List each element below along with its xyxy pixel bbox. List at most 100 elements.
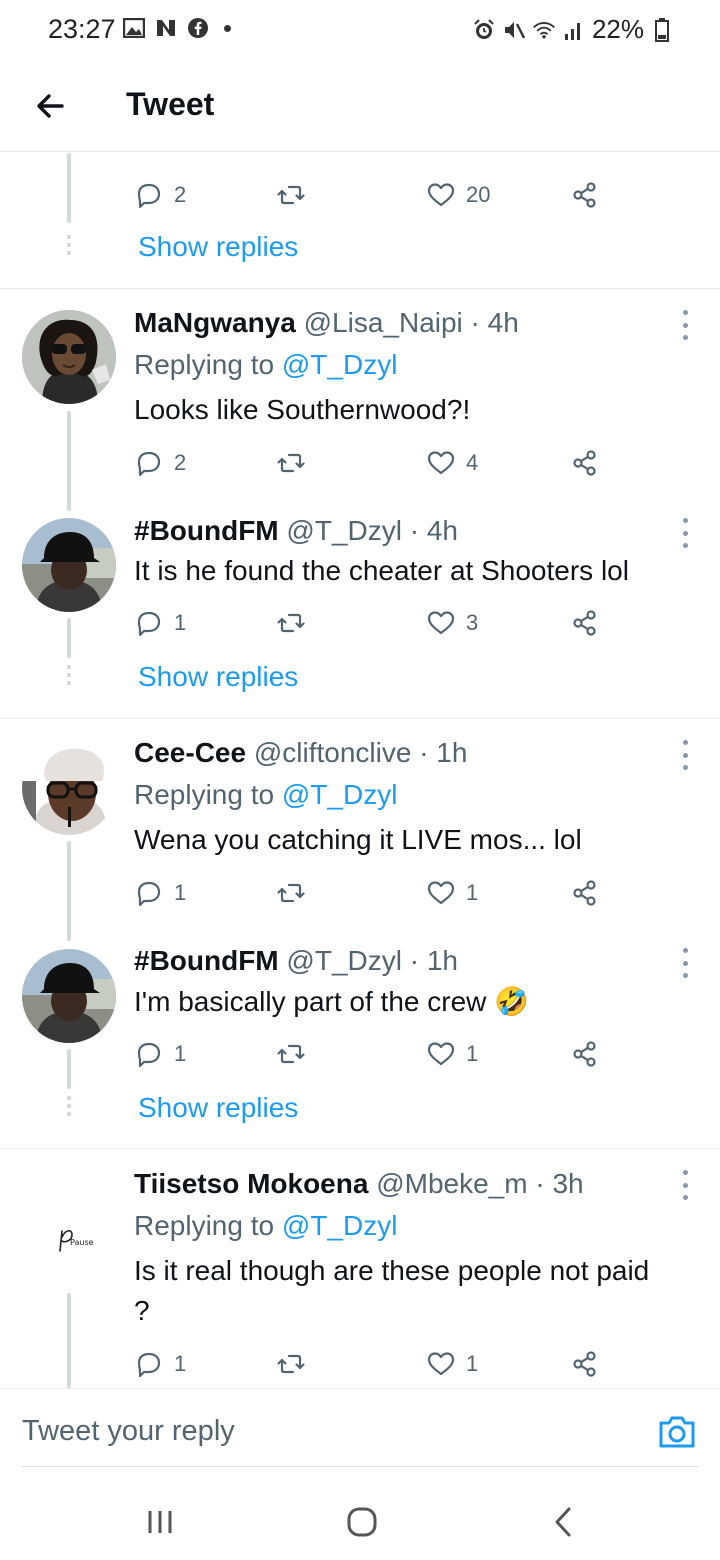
replying-to: Replying to @T_Dzyl bbox=[134, 1210, 398, 1241]
retweet-button[interactable] bbox=[276, 1346, 306, 1382]
share-button[interactable] bbox=[570, 445, 600, 481]
share-button[interactable] bbox=[570, 1346, 600, 1382]
divider bbox=[0, 1148, 720, 1149]
mention-link[interactable]: @T_Dzyl bbox=[282, 779, 398, 810]
like-button[interactable]: 3 bbox=[426, 605, 478, 641]
share-icon bbox=[573, 182, 596, 208]
alarm-icon bbox=[472, 18, 496, 42]
share-button[interactable] bbox=[570, 177, 600, 213]
handle-time: @cliftonclive · 1h bbox=[246, 737, 468, 768]
recents-button[interactable] bbox=[140, 1502, 180, 1542]
reply-button[interactable]: 1 bbox=[134, 605, 186, 641]
like-button[interactable]: 4 bbox=[426, 445, 478, 481]
retweet-button[interactable] bbox=[276, 605, 306, 641]
avatar[interactable]: Pause bbox=[22, 1193, 116, 1287]
retweet-icon bbox=[277, 883, 305, 903]
camera-button[interactable] bbox=[656, 1411, 698, 1453]
reply-button[interactable]: 1 bbox=[134, 875, 186, 911]
avatar[interactable] bbox=[22, 310, 116, 404]
reply-icon bbox=[137, 611, 161, 637]
mention-link[interactable]: @T_Dzyl bbox=[282, 1210, 398, 1241]
tweet-text: Looks like Southernwood?! bbox=[134, 394, 471, 425]
like-button[interactable]: 1 bbox=[426, 875, 478, 911]
like-button[interactable]: 1 bbox=[426, 1346, 478, 1382]
tweet-header: #BoundFM @T_Dzyl · 4h bbox=[134, 515, 458, 547]
thread-line bbox=[67, 411, 71, 511]
home-icon bbox=[347, 1507, 377, 1537]
tweet-header: #BoundFM @T_Dzyl · 1h bbox=[134, 945, 458, 977]
thread-line bbox=[67, 1049, 71, 1089]
page-title: Tweet bbox=[126, 86, 215, 122]
back-button[interactable] bbox=[30, 84, 74, 128]
share-button[interactable] bbox=[570, 1036, 600, 1072]
display-name[interactable]: #BoundFM bbox=[134, 945, 279, 976]
replies-feed[interactable]: 2 20 Show replies MaNgwanya @Lisa_Naipi … bbox=[0, 153, 720, 1388]
retweet-button[interactable] bbox=[276, 177, 306, 213]
display-name[interactable]: #BoundFM bbox=[134, 515, 279, 546]
retweet-button[interactable] bbox=[276, 875, 306, 911]
share-icon bbox=[573, 450, 596, 476]
avatar-text: Pause bbox=[70, 1238, 94, 1247]
tweet-actions: 1 1 bbox=[134, 1036, 614, 1072]
avatar[interactable] bbox=[22, 518, 116, 612]
more-options-button[interactable] bbox=[676, 518, 694, 548]
retweet-icon bbox=[277, 185, 305, 205]
share-button[interactable] bbox=[570, 605, 600, 641]
replying-to: Replying to @T_Dzyl bbox=[134, 779, 398, 810]
reply-count: 1 bbox=[174, 1351, 187, 1376]
thread-ellipsis bbox=[67, 665, 71, 689]
home-button[interactable] bbox=[342, 1502, 382, 1542]
wifi-icon bbox=[532, 18, 556, 42]
thread-line bbox=[67, 618, 71, 658]
display-name[interactable]: Tiisetso Mokoena bbox=[134, 1168, 368, 1199]
reply-input[interactable]: Tweet your reply bbox=[22, 1415, 235, 1448]
handle-time: @T_Dzyl · 4h bbox=[278, 515, 458, 546]
share-button[interactable] bbox=[570, 875, 600, 911]
display-name[interactable]: Cee-Cee bbox=[134, 737, 246, 768]
like-button[interactable]: 20 bbox=[426, 177, 490, 213]
retweet-button[interactable] bbox=[276, 445, 306, 481]
divider bbox=[0, 288, 720, 289]
reply-button[interactable]: 1 bbox=[134, 1346, 186, 1382]
divider bbox=[0, 718, 720, 719]
retweet-button[interactable] bbox=[276, 1036, 306, 1072]
system-back-button[interactable] bbox=[544, 1502, 584, 1542]
show-replies-link[interactable]: Show replies bbox=[138, 231, 298, 263]
handle-time: @Mbeke_m · 3h bbox=[368, 1168, 584, 1199]
avatar[interactable] bbox=[22, 741, 116, 835]
tweet-header: Tiisetso Mokoena @Mbeke_m · 3h bbox=[134, 1168, 584, 1200]
like-count: 1 bbox=[466, 1041, 479, 1066]
tweet-text: It is he found the cheater at Shooters l… bbox=[134, 555, 629, 586]
thread-line bbox=[67, 841, 71, 941]
retweet-icon bbox=[277, 453, 305, 473]
reply-button[interactable]: 1 bbox=[134, 1036, 186, 1072]
avatar[interactable] bbox=[22, 949, 116, 1043]
mention-link[interactable]: @T_Dzyl bbox=[282, 349, 398, 380]
more-options-button[interactable] bbox=[676, 1170, 694, 1200]
more-options-button[interactable] bbox=[676, 948, 694, 978]
like-count: 1 bbox=[466, 880, 479, 905]
more-options-button[interactable] bbox=[676, 310, 694, 340]
arrow-left-icon bbox=[37, 94, 64, 118]
share-icon bbox=[573, 1351, 596, 1377]
reply-button[interactable]: 2 bbox=[134, 177, 186, 213]
heart-icon bbox=[427, 1042, 455, 1066]
share-icon bbox=[573, 880, 596, 906]
show-replies-link[interactable]: Show replies bbox=[138, 1092, 298, 1124]
handle-time: @Lisa_Naipi · 4h bbox=[295, 307, 519, 338]
back-icon bbox=[555, 1507, 571, 1537]
display-name[interactable]: MaNgwanya bbox=[134, 307, 296, 338]
more-options-button[interactable] bbox=[676, 740, 694, 770]
tweet-header: Cee-Cee @cliftonclive · 1h bbox=[134, 737, 467, 769]
thread-ellipsis bbox=[67, 1096, 71, 1120]
reply-composer: Tweet your reply bbox=[0, 1388, 720, 1468]
show-replies-link[interactable]: Show replies bbox=[138, 661, 298, 693]
tweet-text: Is it real though are these people not p… bbox=[134, 1255, 650, 1326]
gallery-icon bbox=[122, 16, 146, 40]
reply-icon bbox=[137, 451, 161, 477]
share-icon bbox=[573, 1041, 596, 1067]
like-button[interactable]: 1 bbox=[426, 1036, 478, 1072]
heart-icon bbox=[427, 881, 455, 905]
status-bar: 23:27 22% bbox=[0, 0, 720, 60]
reply-button[interactable]: 2 bbox=[134, 445, 186, 481]
